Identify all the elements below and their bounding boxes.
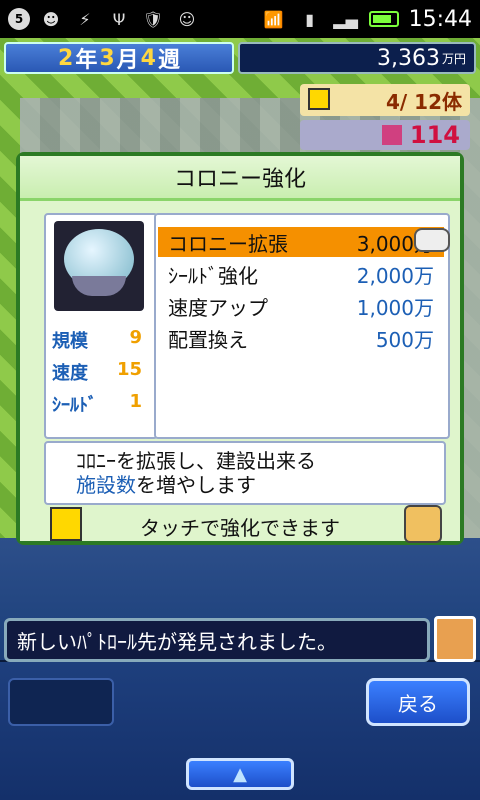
stat-shield-value: 1 [129,391,142,412]
wifi-icon: 📶 [263,9,284,29]
money-value: 3,363 [377,45,440,71]
money-display: 3,363 万円 [238,42,476,74]
date-week: 4 [140,45,156,71]
advisor-portrait [434,616,476,662]
android-robot-icon: ☺ [178,9,196,29]
date-month-unit: 月 [116,48,139,73]
option-price: 2,000万 [356,263,434,288]
usb-debug-icon: Ψ [112,9,126,29]
option-label: コロニー拡張 [168,231,288,256]
colony-upgrade-dialog: コロニー強化 規模 9 速度 15 ｼｰﾙﾄﾞ 1 コロニー拡張 3,000万 [16,152,464,545]
status-bar: 5 ☻ ⚡ Ψ 🛡 ☺ 📶 ▮ ▂▄ 15:44 [0,0,480,38]
colony-info-card: 規模 9 速度 15 ｼｰﾙﾄﾞ 1 [44,213,158,439]
battery-icon [368,11,399,27]
news-ticker: 新しいﾊﾟﾄﾛｰﾙ先が発見されました。 [4,618,430,662]
points-display: 114 [300,120,470,150]
option-price: 500万 [375,327,434,352]
dialog-body: 規模 9 速度 15 ｼｰﾙﾄﾞ 1 コロニー拡張 3,000万 ｼｰﾙﾄﾞ強化… [20,201,460,543]
usb-icon: ⚡ [79,9,91,29]
option-label: ｼｰﾙﾄﾞ強化 [168,263,258,288]
security-app-icon: 🛡 [142,9,164,29]
top-hud: 2年 3月 4週 3,363 万円 [4,42,476,76]
population-value: 4/ 12体 [385,89,462,114]
option-speed-up[interactable]: 速度アップ 1,000万 [158,291,444,321]
clock: 15:44 [408,6,472,32]
points-value: 114 [409,121,460,149]
dialog-title: コロニー強化 [20,156,460,201]
tap-hint: タッチで強化できます [140,515,340,540]
option-relocate[interactable]: 配置換え 500万 [158,323,444,353]
stat-shield-label: ｼｰﾙﾄﾞ [52,395,97,416]
option-colony-expand[interactable]: コロニー拡張 3,000万 [158,227,444,257]
date-week-unit: 週 [157,48,180,73]
option-price: 1,000万 [356,295,434,320]
upgrade-options-list: コロニー拡張 3,000万 ｼｰﾙﾄﾞ強化 2,000万 速度アップ 1,000… [154,213,450,439]
option-label: 配置換え [168,327,248,352]
date-display: 2年 3月 4週 [4,42,234,74]
description-line1: ｺﾛﾆｰを拡張し、建設出来る [76,449,316,473]
stat-speed: 速度 15 [52,359,142,385]
stat-speed-label: 速度 [52,363,88,384]
description-rest: を増やします [136,473,256,497]
bear-mascot-icon [404,505,442,543]
money-unit: 万円 [441,51,466,66]
colony-dome-icon [54,221,144,311]
stat-shield: ｼｰﾙﾄﾞ 1 [52,391,142,417]
android-icon: ☻ [42,9,60,29]
floppy-icon [381,125,402,145]
description-highlight: 施設数 [76,473,136,497]
news-message: 新しいﾊﾟﾄﾛｰﾙ先が発見されました。 [17,629,337,654]
resident-icon [308,88,330,110]
stat-size: 規模 9 [52,327,142,353]
option-shield-upgrade[interactable]: ｼｰﾙﾄﾞ強化 2,000万 [158,259,444,289]
population-display: 4/ 12体 [300,84,470,116]
stat-speed-value: 15 [116,359,142,380]
back-button[interactable]: 戻る [366,678,470,726]
up-arrow-button[interactable]: ▲ [186,758,294,790]
date-month: 3 [99,45,115,71]
empty-slot [8,678,114,726]
notification-count-badge: 5 [8,8,30,30]
stat-size-label: 規模 [52,331,88,352]
signal-icon: ▂▄ [333,9,358,29]
description-line2: 施設数を増やします [76,473,414,497]
date-year-unit: 年 [75,48,98,73]
pointer-hand-icon [414,228,450,252]
stat-size-value: 9 [129,327,142,348]
sd-card-icon: ▮ [305,9,314,29]
option-description: ｺﾛﾆｰを拡張し、建設出来る 施設数を増やします [44,441,446,505]
date-year: 2 [58,45,74,71]
option-label: 速度アップ [168,295,268,320]
